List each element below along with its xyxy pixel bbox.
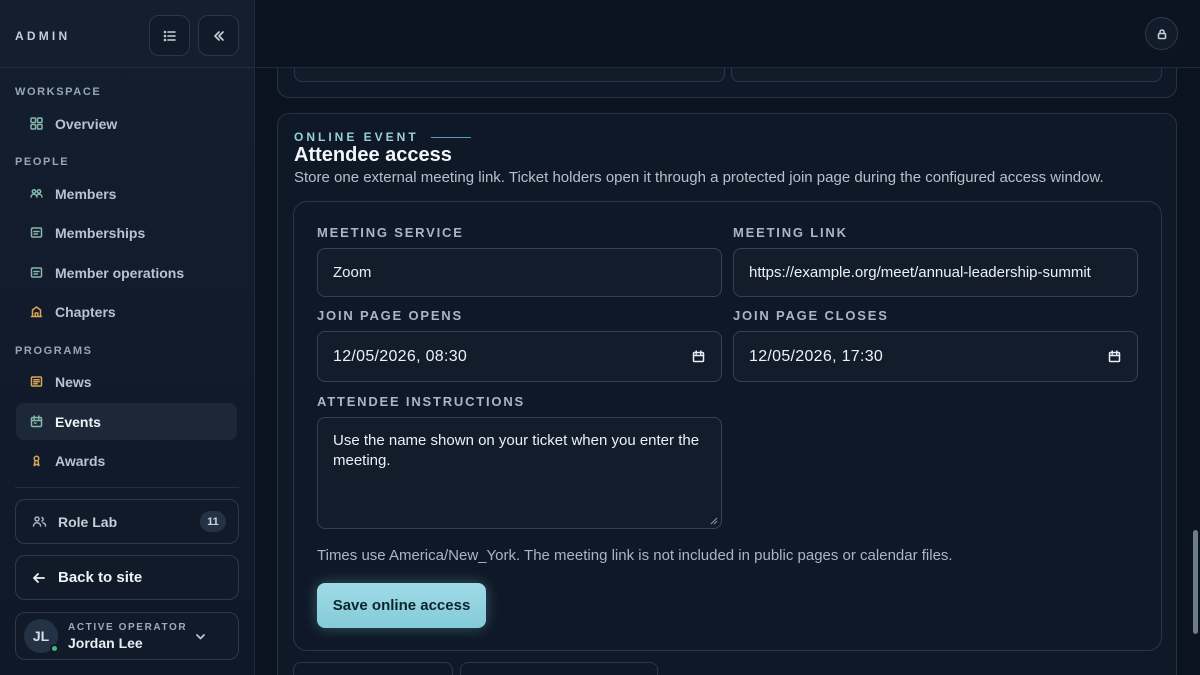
page-scrollbar-thumb[interactable] xyxy=(1193,530,1198,634)
timezone-note: Times use America/New_York. The meeting … xyxy=(317,547,953,564)
list-icon xyxy=(163,30,176,41)
collapse-sidebar-button[interactable] xyxy=(198,15,239,56)
join-opens-value: 12/05/2026, 08:30 xyxy=(333,347,468,365)
building-icon xyxy=(30,306,43,318)
secondary-button[interactable] xyxy=(293,662,453,675)
meeting-link-input[interactable]: https://example.org/meet/annual-leadersh… xyxy=(733,248,1138,297)
section-label-workspace: WORKSPACE xyxy=(15,86,102,98)
sidebar-item-chapters[interactable]: Chapters xyxy=(16,293,237,330)
sidebar-item-label: Awards xyxy=(55,452,106,469)
meeting-service-label: MEETING SERVICE xyxy=(317,225,464,240)
secondary-button[interactable] xyxy=(460,662,658,675)
card-icon xyxy=(30,267,43,278)
operator-name: Jordan Lee xyxy=(68,634,143,651)
save-online-access-button[interactable]: Save online access xyxy=(317,583,486,628)
back-to-site-button[interactable]: Back to site xyxy=(15,555,239,600)
attendee-instructions-label: ATTENDEE INSTRUCTIONS xyxy=(317,394,526,409)
sidebar-item-label: News xyxy=(55,373,92,390)
sidebar: ADMIN WORKSPACE Overview PEOPLE Members … xyxy=(0,0,255,675)
newspaper-icon xyxy=(30,376,43,387)
sidebar-item-news[interactable]: News xyxy=(16,363,237,400)
join-closes-value: 12/05/2026, 17:30 xyxy=(749,347,884,365)
meeting-service-value: Zoom xyxy=(333,264,372,281)
role-lab-count-badge: 11 xyxy=(200,511,226,532)
meeting-link-label: MEETING LINK xyxy=(733,225,848,240)
users-icon xyxy=(30,189,43,198)
sidebar-item-label: Chapters xyxy=(55,303,116,320)
meeting-service-input[interactable]: Zoom xyxy=(317,248,722,297)
lock-icon xyxy=(1157,28,1166,39)
layout-icon xyxy=(30,117,43,130)
sidebar-item-label: Events xyxy=(55,413,101,430)
eyebrow-label: ONLINE EVENT xyxy=(294,130,419,144)
operator-switcher[interactable]: JL ACTIVE OPERATOR Jordan Lee xyxy=(15,612,239,660)
join-opens-label: JOIN PAGE OPENS xyxy=(317,308,463,323)
online-event-card: ONLINE EVENT Attendee access Store one e… xyxy=(277,113,1177,675)
role-lab-button[interactable]: Role Lab 11 xyxy=(15,499,239,544)
sidebar-item-label: Memberships xyxy=(55,224,146,241)
section-label-programs: PROGRAMS xyxy=(15,345,93,357)
operator-role-label: ACTIVE OPERATOR xyxy=(68,621,188,633)
section-label-people: PEOPLE xyxy=(15,156,70,168)
sidebar-item-member-operations[interactable]: Member operations xyxy=(16,254,237,291)
role-lab-label: Role Lab xyxy=(58,513,118,530)
join-opens-datetime-input[interactable]: 12/05/2026, 08:30 xyxy=(317,331,722,382)
lock-button[interactable] xyxy=(1145,17,1178,50)
section-eyebrow: ONLINE EVENT xyxy=(294,130,471,144)
sidebar-item-members[interactable]: Members xyxy=(16,175,237,212)
attendee-instructions-value: Use the name shown on your ticket when y… xyxy=(333,432,700,469)
top-bar xyxy=(256,0,1200,68)
operator-info: ACTIVE OPERATOR Jordan Lee xyxy=(68,622,187,651)
sidebar-item-memberships[interactable]: Memberships xyxy=(16,214,237,251)
join-closes-label: JOIN PAGE CLOSES xyxy=(733,308,889,323)
arrow-left-icon xyxy=(33,572,45,583)
avatar-initials: JL xyxy=(32,628,50,644)
brand-title: ADMIN xyxy=(15,29,71,43)
sidebar-item-label: Overview xyxy=(55,115,118,132)
meeting-link-value: https://example.org/meet/annual-leadersh… xyxy=(749,264,1091,281)
section-description: Store one external meeting link. Ticket … xyxy=(294,169,1104,186)
online-status-dot xyxy=(50,644,59,653)
users-icon xyxy=(32,516,47,527)
resize-handle-icon[interactable] xyxy=(710,517,718,525)
calendar-icon[interactable] xyxy=(692,350,705,363)
sidebar-item-label: Members xyxy=(55,185,117,202)
sidebar-item-label: Member operations xyxy=(55,264,185,281)
calendar-icon[interactable] xyxy=(1108,350,1121,363)
eyebrow-divider xyxy=(430,136,471,138)
menu-list-button[interactable] xyxy=(149,15,190,56)
trophy-icon xyxy=(33,455,40,467)
sidebar-divider xyxy=(15,487,239,488)
sidebar-item-awards[interactable]: Awards xyxy=(16,442,237,479)
sidebar-item-events[interactable]: Events xyxy=(16,403,237,440)
card-icon xyxy=(30,227,43,238)
section-title: Attendee access xyxy=(294,144,452,166)
sidebar-header: ADMIN xyxy=(0,0,254,68)
sidebar-item-overview[interactable]: Overview xyxy=(16,105,237,142)
back-to-site-label: Back to site xyxy=(58,569,143,586)
calendar-icon xyxy=(30,415,43,428)
join-closes-datetime-input[interactable]: 12/05/2026, 17:30 xyxy=(733,331,1138,382)
attendee-instructions-textarea[interactable]: Use the name shown on your ticket when y… xyxy=(317,417,722,529)
avatar: JL xyxy=(24,619,59,653)
chevrons-left-icon xyxy=(213,30,224,41)
online-access-form: MEETING SERVICE Zoom MEETING LINK https:… xyxy=(293,201,1162,651)
chevron-down-icon xyxy=(196,634,205,640)
